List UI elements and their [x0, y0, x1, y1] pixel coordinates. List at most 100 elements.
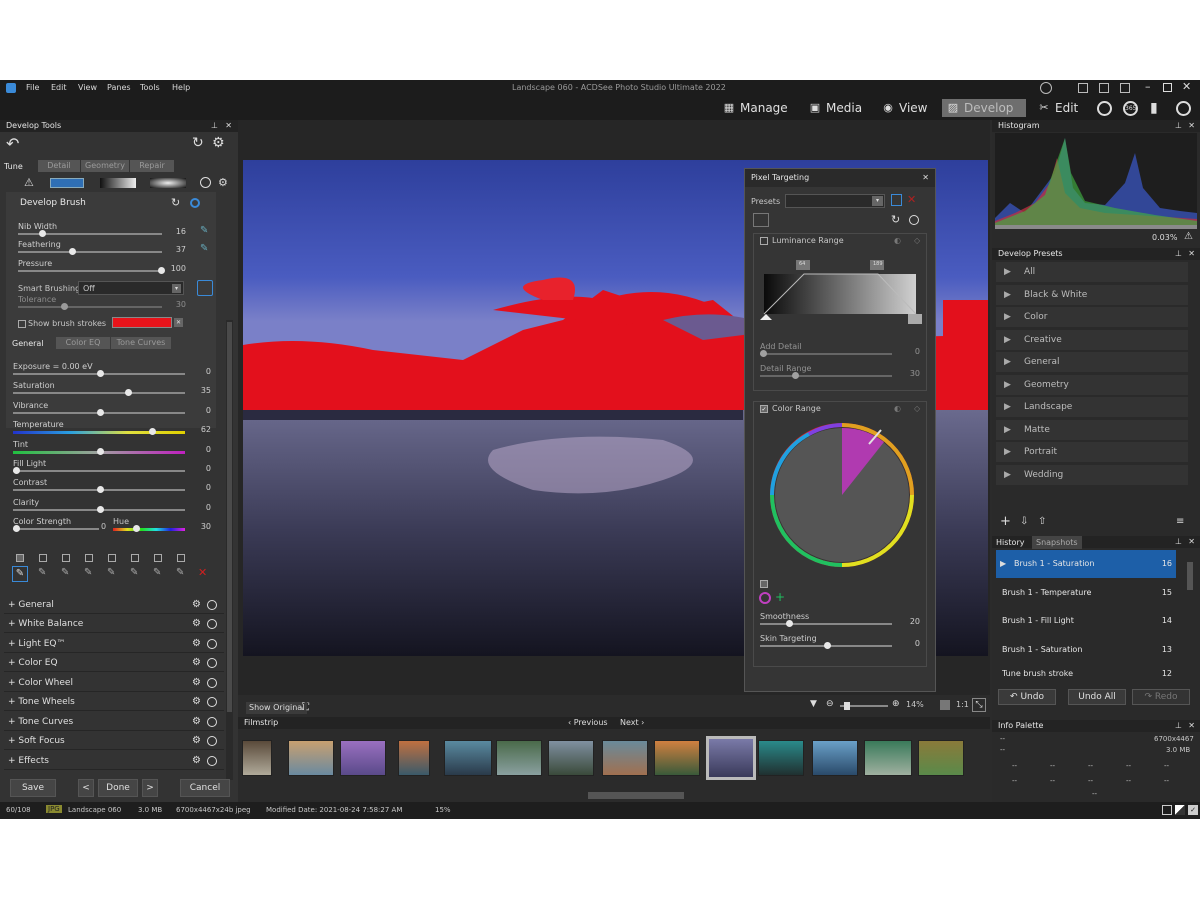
- zoom-dropdown-icon[interactable]: ▼: [810, 699, 817, 709]
- pt-reset-icon[interactable]: ↻: [891, 213, 900, 226]
- tab-tune[interactable]: Tune: [4, 162, 23, 171]
- vibrance-knob[interactable]: [97, 409, 104, 416]
- mask-view-icon[interactable]: [753, 213, 769, 227]
- stroke-color-swatch[interactable]: [112, 317, 172, 328]
- close-window-icon[interactable]: ✕: [1182, 80, 1191, 93]
- tab-history[interactable]: History: [996, 538, 1024, 547]
- tool-settings-icon[interactable]: ⚙: [218, 176, 228, 189]
- view-toggle-icon[interactable]: [1162, 805, 1172, 815]
- color-strength-slider[interactable]: Color Strength 0 Hue 30: [13, 517, 211, 537]
- contrast-knob[interactable]: [97, 486, 104, 493]
- pin-icon[interactable]: ⊥: [1175, 537, 1182, 546]
- filmstrip-thumbnail[interactable]: [654, 740, 700, 776]
- tolerance-slider[interactable]: Tolerance 30: [18, 295, 186, 315]
- preset-menu-icon[interactable]: ≡: [1176, 516, 1184, 527]
- group-tone-curves[interactable]: + Tone Curves ⚙: [4, 713, 224, 731]
- compare-icon[interactable]: [1175, 805, 1185, 815]
- mode-view[interactable]: ◉ View: [877, 99, 931, 117]
- menu-edit[interactable]: Edit: [51, 83, 67, 92]
- pressure-knob[interactable]: [158, 267, 165, 274]
- brush-slot-checkbox[interactable]: [131, 554, 139, 562]
- brush-slot-icon[interactable]: ✎: [12, 566, 28, 582]
- nib-width-knob[interactable]: [39, 230, 46, 237]
- preset-general[interactable]: ▶ General: [996, 352, 1188, 373]
- group-toggle-icon[interactable]: [207, 658, 217, 668]
- color-sample-icon[interactable]: [759, 592, 771, 604]
- temperature-slider[interactable]: Temperature 62: [13, 420, 211, 440]
- clarity-knob[interactable]: [97, 506, 104, 513]
- gear-icon[interactable]: ⚙: [192, 713, 201, 731]
- menu-panes[interactable]: Panes: [107, 83, 131, 92]
- brush-slot-checkbox[interactable]: [177, 554, 185, 562]
- luminance-checkbox[interactable]: [760, 237, 768, 245]
- undo-arrow-icon[interactable]: ↶: [6, 134, 19, 153]
- close-history-icon[interactable]: ✕: [1188, 537, 1195, 546]
- filmstrip-thumbnail[interactable]: [288, 740, 334, 776]
- brush-slot-checkbox[interactable]: [16, 554, 24, 562]
- history-item[interactable]: Brush 1 - Fill Light 14: [996, 607, 1176, 635]
- filmstrip-thumbnail[interactable]: [918, 740, 964, 776]
- gear-icon[interactable]: ⚙: [192, 693, 201, 711]
- group-general[interactable]: + General ⚙: [4, 596, 224, 614]
- pin-icon[interactable]: ⊥: [1175, 248, 1182, 260]
- filmstrip-thumbnail[interactable]: [496, 740, 542, 776]
- pt-help-icon[interactable]: [909, 215, 919, 225]
- brush-slot-icon[interactable]: ✎: [84, 567, 92, 578]
- delete-preset-icon[interactable]: ✕: [907, 193, 916, 206]
- close-presets-icon[interactable]: ✕: [1188, 248, 1195, 260]
- clipping-warning-icon[interactable]: ⚠: [1184, 231, 1193, 242]
- color-strength-knob[interactable]: [13, 525, 20, 532]
- exposure-slider[interactable]: Exposure = 0.00 eV 0: [13, 362, 211, 382]
- nib-width-slider[interactable]: Nib Width 16: [18, 222, 186, 242]
- gear-icon[interactable]: ⚙: [192, 752, 201, 770]
- cr-eyedropper-icon[interactable]: ◐: [894, 404, 901, 413]
- minimize-icon[interactable]: –: [1145, 80, 1151, 93]
- add-detail-knob[interactable]: [760, 350, 767, 357]
- brush-slot-checkbox[interactable]: [62, 554, 70, 562]
- preset-all[interactable]: ▶ All: [996, 262, 1188, 283]
- contrast-slider[interactable]: Contrast 0: [13, 478, 211, 498]
- preset-landscape[interactable]: ▶ Landscape: [996, 397, 1188, 418]
- group-color-eq[interactable]: + Color EQ ⚙: [4, 654, 224, 672]
- tolerance-knob[interactable]: [61, 303, 68, 310]
- group-toggle-icon[interactable]: [207, 619, 217, 629]
- group-toggle-icon[interactable]: [207, 736, 217, 746]
- brush-tool-icon[interactable]: [50, 178, 84, 188]
- brush-slot-icon[interactable]: ✎: [176, 567, 184, 578]
- save-button[interactable]: Save: [10, 779, 56, 797]
- show-original-button[interactable]: Show Original: [246, 702, 308, 714]
- presets-select[interactable]: ▾: [785, 194, 885, 208]
- close-histogram-icon[interactable]: ✕: [1188, 120, 1195, 132]
- layout-left-icon[interactable]: [1078, 83, 1088, 93]
- temperature-knob[interactable]: [149, 428, 156, 435]
- zoom-knob[interactable]: [844, 702, 850, 710]
- prev-image-button[interactable]: <: [78, 779, 94, 797]
- preset-wedding[interactable]: ▶ Wedding: [996, 465, 1188, 486]
- zoom-out-icon[interactable]: ⊖: [826, 699, 834, 709]
- group-toggle-icon[interactable]: [207, 678, 217, 688]
- tint-slider[interactable]: Tint 0: [13, 440, 211, 460]
- filmstrip-thumbnail[interactable]: [864, 740, 912, 776]
- skin-targeting-slider[interactable]: Skin Targeting 0: [760, 634, 920, 654]
- add-color-icon[interactable]: +: [775, 590, 785, 604]
- menu-tools[interactable]: Tools: [140, 83, 160, 92]
- left-scrollbar[interactable]: [226, 320, 233, 780]
- ratio-label[interactable]: 1:1: [956, 700, 969, 709]
- detail-range-knob[interactable]: [792, 372, 799, 379]
- preset-creative[interactable]: ▶ Creative: [996, 330, 1188, 351]
- pin-icon[interactable]: ⊥: [211, 120, 218, 132]
- filmstrip-thumbnail[interactable]: [812, 740, 858, 776]
- undo-all-button[interactable]: Undo All: [1068, 689, 1126, 705]
- feathering-slider[interactable]: Feathering 37: [18, 240, 186, 260]
- group-color-wheel[interactable]: + Color Wheel ⚙: [4, 674, 224, 692]
- preset-matte[interactable]: ▶ Matte: [996, 420, 1188, 441]
- menu-view[interactable]: View: [78, 83, 97, 92]
- cr-pin-icon[interactable]: ◇: [914, 404, 920, 413]
- group-soft-focus[interactable]: + Soft Focus ⚙: [4, 732, 224, 750]
- pipette-icon[interactable]: ✎: [200, 225, 208, 236]
- filmstrip-thumbnail[interactable]: [444, 740, 492, 776]
- save-preset-icon[interactable]: [891, 194, 902, 206]
- menu-file[interactable]: File: [26, 83, 39, 92]
- pressure-slider[interactable]: Pressure 100: [18, 259, 186, 279]
- tab-snapshots[interactable]: Snapshots: [1032, 536, 1082, 549]
